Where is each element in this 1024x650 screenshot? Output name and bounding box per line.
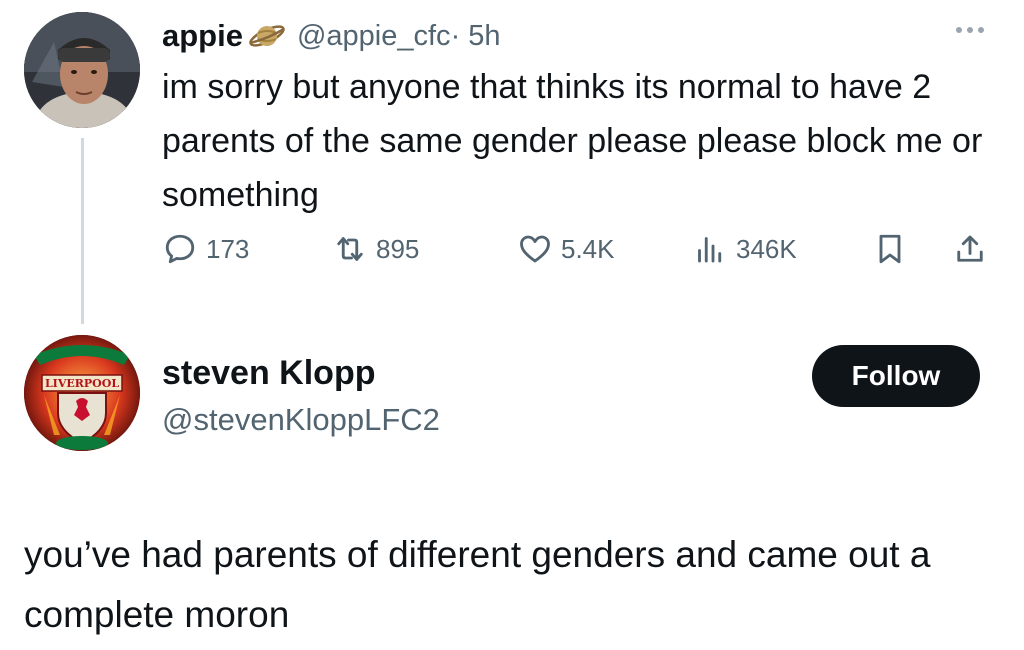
like-count: 5.4K (561, 233, 615, 264)
like-button[interactable]: 5.4K (517, 224, 615, 274)
avatar-steven-klopp[interactable]: LIVERPOOL (24, 335, 140, 451)
reply-count: 173 (206, 233, 250, 264)
heart-icon (520, 235, 550, 263)
liverpool-crest-logo: LIVERPOOL (24, 335, 140, 451)
follow-button[interactable]: Follow (812, 345, 980, 407)
more-options-icon[interactable] (956, 27, 984, 33)
views-bar-chart-icon (698, 237, 722, 263)
saturn-planet-icon (249, 25, 285, 47)
retweet-icon (337, 237, 363, 261)
retweet-button[interactable]: 895 (332, 224, 419, 274)
avatar-photo (24, 12, 140, 128)
display-name[interactable]: appie (162, 18, 243, 54)
views-button[interactable]: 346K (692, 224, 797, 274)
user-handle[interactable]: @appie_cfc (297, 20, 451, 53)
avatar-appie[interactable] (24, 12, 140, 128)
tweet-time[interactable]: · 5h (451, 20, 501, 53)
tweet-header: appie @appie_cfc · 5h (162, 14, 501, 58)
reply-user-handle[interactable]: @stevenKloppLFC2 (162, 402, 440, 438)
thread-connector-line (81, 138, 84, 324)
reply-tweet-text: you’ve had parents of different genders … (24, 534, 931, 635)
tweet-text: im sorry but anyone that thinks its norm… (162, 68, 983, 214)
share-button[interactable] (952, 224, 988, 274)
retweet-count: 895 (376, 233, 420, 264)
reply-button[interactable]: 173 (162, 224, 249, 274)
reply-icon (165, 234, 195, 264)
tweet-action-bar: 173 895 5.4K 346K (162, 224, 1002, 274)
bookmark-icon (879, 234, 901, 264)
reply-display-name[interactable]: steven Klopp (162, 354, 375, 393)
share-upload-icon (957, 235, 983, 262)
views-count: 346K (736, 233, 797, 264)
bookmark-button[interactable] (872, 224, 908, 274)
svg-text:LIVERPOOL: LIVERPOOL (45, 377, 119, 390)
